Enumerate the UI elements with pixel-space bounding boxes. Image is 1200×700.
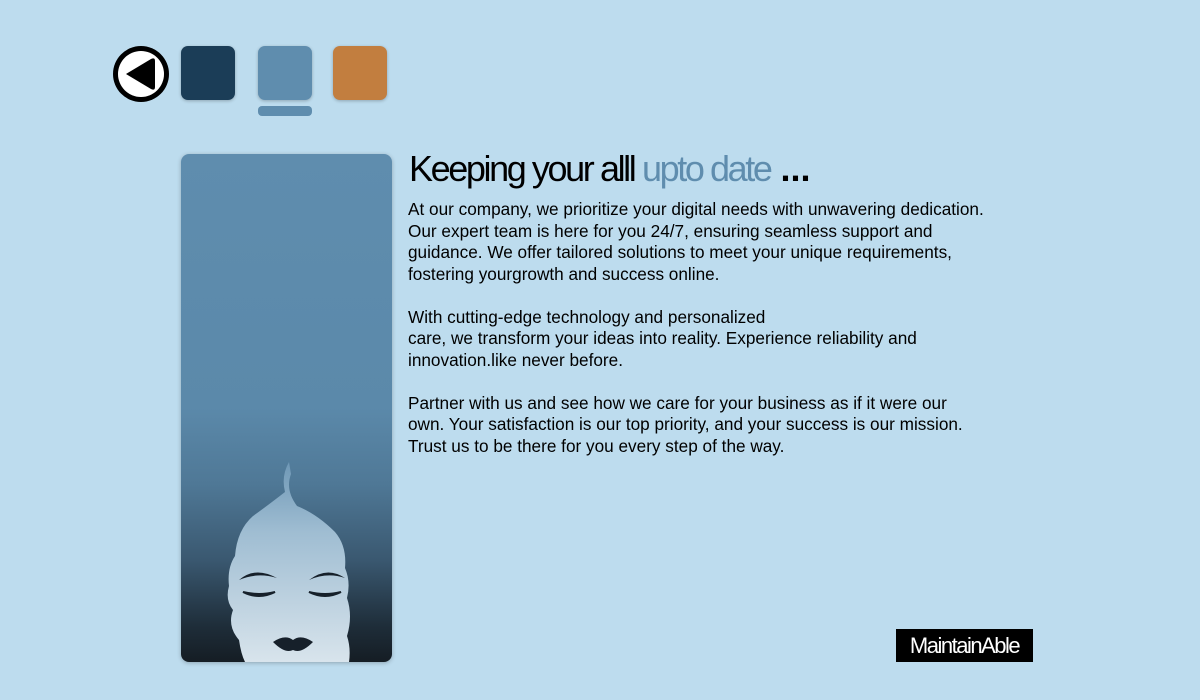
headline-text: Keeping your alll bbox=[409, 148, 642, 189]
page-headline: Keeping your alll upto date ... bbox=[409, 148, 811, 190]
headline-accent: upto date bbox=[641, 148, 773, 189]
back-button[interactable] bbox=[113, 46, 169, 102]
woman-face-illustration bbox=[227, 462, 350, 662]
active-swatch-indicator bbox=[258, 106, 312, 116]
body-copy: At our company, we prioritize your digit… bbox=[408, 199, 1058, 479]
swatch-orange[interactable] bbox=[333, 46, 387, 100]
swatch-dark-navy[interactable] bbox=[181, 46, 235, 100]
swatch-steel-blue[interactable] bbox=[258, 46, 312, 100]
headline-ellipsis: ... bbox=[770, 148, 811, 189]
hero-image bbox=[181, 154, 392, 662]
paragraph-partner: Partner with us and see how we care for … bbox=[408, 392, 963, 456]
maintainable-logo: MaintainAble bbox=[896, 629, 1033, 662]
back-arrow-icon bbox=[126, 58, 155, 90]
paragraph-technology: With cutting-edge technology and persona… bbox=[408, 306, 917, 370]
paragraph-intro: At our company, we prioritize your digit… bbox=[408, 199, 984, 284]
